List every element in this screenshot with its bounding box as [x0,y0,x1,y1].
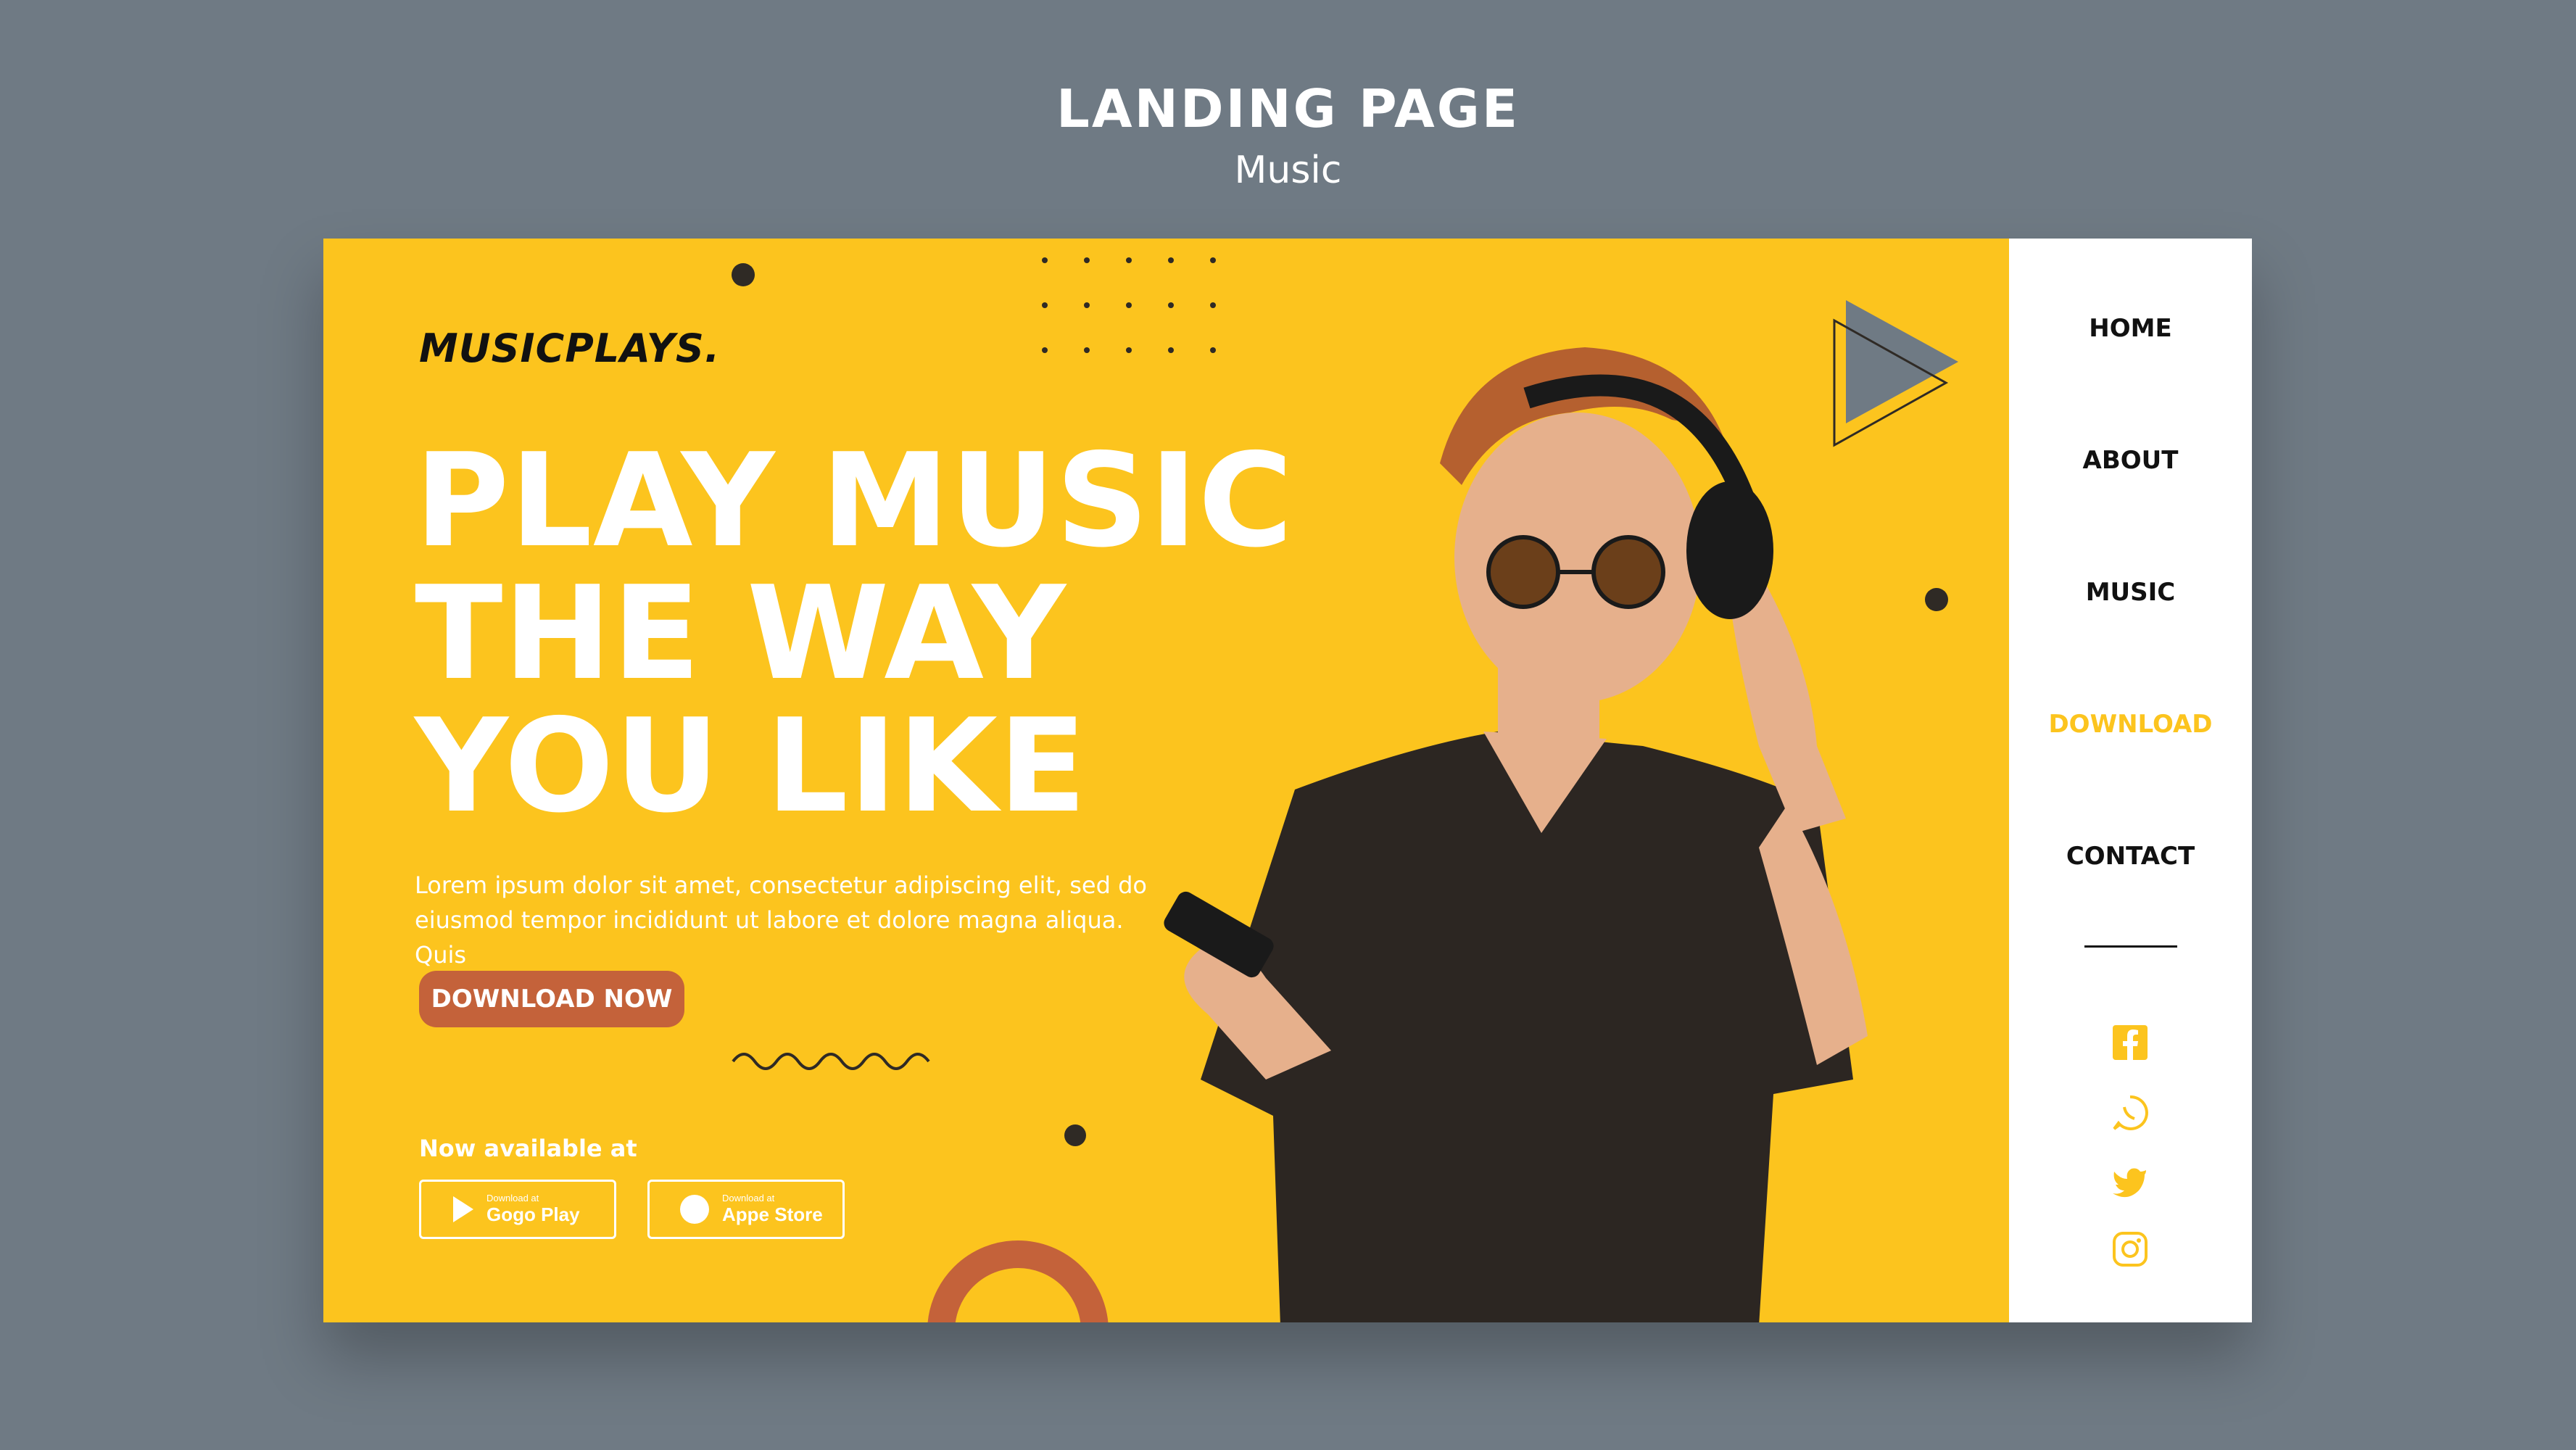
wavy-line-decoration [732,1053,930,1070]
ring-decoration [927,1240,1109,1322]
store-name: Appe Store [722,1204,823,1225]
brand-logo[interactable]: MUSICPLAYS. [419,326,720,371]
store-name: Gogo Play [486,1204,580,1225]
twitter-icon[interactable] [2111,1163,2149,1201]
nav-item-about[interactable]: ABOUT [2009,446,2252,475]
whatsapp-icon[interactable] [2111,1094,2149,1132]
nav-divider [2084,945,2177,948]
nav-item-music[interactable]: MUSIC [2009,578,2252,607]
app-store-button[interactable]: Download at Appe Store [647,1180,845,1239]
store-small-label: Download at [722,1193,775,1204]
body-line: eiusmod tempor incididunt ut labore et d… [415,906,1124,969]
decorative-dot [732,263,755,286]
decorative-dot [1064,1124,1086,1146]
nav-item-download[interactable]: DOWNLOAD [2009,710,2252,739]
showcase-subtitle: Music [1234,149,1342,192]
nav-item-home[interactable]: HOME [2009,314,2252,343]
nav-item-contact[interactable]: CONTACT [2009,842,2252,871]
hero-section: MUSICPLAYS. PLAY MUSIC THE WAY YOU LIKE … [323,239,2009,1322]
body-line: Lorem ipsum dolor sit amet, consectetur … [415,871,1147,899]
landing-page-card: MUSICPLAYS. PLAY MUSIC THE WAY YOU LIKE … [323,239,2252,1322]
showcase-title: LANDING PAGE [1056,78,1520,139]
instagram-icon[interactable] [2111,1230,2149,1268]
now-available-label: Now available at [419,1135,637,1162]
side-navigation: HOME ABOUT MUSIC DOWNLOAD CONTACT [2009,239,2252,1322]
google-play-button[interactable]: Download at Gogo Play [419,1180,616,1239]
facebook-icon[interactable] [2111,1024,2149,1061]
store-small-label: Download at [486,1193,539,1204]
hero-body-text: Lorem ipsum dolor sit amet, consectetur … [415,868,1176,972]
person-with-headphones-image [1164,347,1868,1322]
download-now-button[interactable]: DOWNLOAD NOW [419,971,684,1027]
play-triangle-icon [453,1196,473,1222]
apple-circle-icon [680,1195,709,1224]
